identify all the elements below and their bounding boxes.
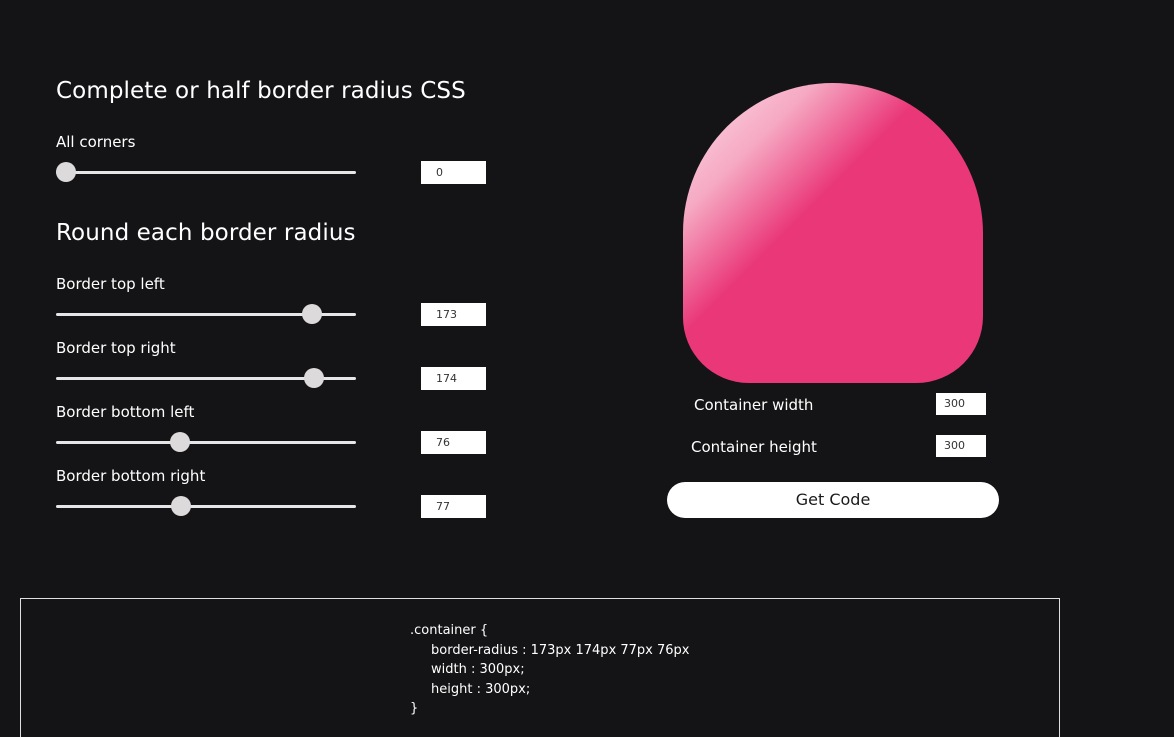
page: Complete or half border radius CSS All c… xyxy=(0,0,1174,737)
bottom-left-label: Border bottom left xyxy=(56,403,195,421)
bottom-left-value-input[interactable]: 76 xyxy=(421,431,486,454)
bottom-right-label: Border bottom right xyxy=(56,467,206,485)
code-output-panel: .container { border-radius : 173px 174px… xyxy=(20,598,1060,737)
all-corners-value-input[interactable]: 0 xyxy=(421,161,486,184)
border-radius-preview xyxy=(683,83,983,383)
all-corners-slider[interactable] xyxy=(56,162,356,182)
slider-thumb[interactable] xyxy=(56,162,76,182)
container-width-input[interactable]: 300 xyxy=(936,393,986,415)
bottom-right-value-input[interactable]: 77 xyxy=(421,495,486,518)
container-width-label: Container width xyxy=(694,396,814,414)
slider-thumb[interactable] xyxy=(302,304,323,324)
slider-track xyxy=(56,441,356,444)
css-code-block: .container { border-radius : 173px 174px… xyxy=(410,621,690,719)
code-line-border-radius: border-radius : 173px 174px 77px 76px xyxy=(431,642,690,658)
top-left-label: Border top left xyxy=(56,275,165,293)
slider-track xyxy=(56,505,356,508)
all-corners-label: All corners xyxy=(56,133,136,151)
top-left-value-input[interactable]: 173 xyxy=(421,303,486,326)
code-line-height: height : 300px; xyxy=(431,681,531,697)
bottom-left-slider[interactable] xyxy=(56,432,356,452)
slider-track xyxy=(56,171,356,174)
code-line-close: } xyxy=(410,701,419,716)
top-right-value-input[interactable]: 174 xyxy=(421,367,486,390)
top-left-slider[interactable] xyxy=(56,304,356,324)
bottom-right-slider[interactable] xyxy=(56,496,356,516)
code-line-width: width : 300px; xyxy=(431,662,525,677)
slider-thumb[interactable] xyxy=(170,496,191,516)
code-line-selector: .container { xyxy=(410,623,489,638)
slider-thumb[interactable] xyxy=(169,432,190,452)
top-right-slider[interactable] xyxy=(56,368,356,388)
complete-radius-heading: Complete or half border radius CSS xyxy=(56,78,466,104)
get-code-button[interactable]: Get Code xyxy=(667,482,999,518)
container-height-label: Container height xyxy=(691,438,817,456)
top-right-label: Border top right xyxy=(56,339,176,357)
slider-thumb[interactable] xyxy=(304,368,325,388)
each-radius-heading: Round each border radius xyxy=(56,220,356,246)
container-height-input[interactable]: 300 xyxy=(936,435,986,457)
